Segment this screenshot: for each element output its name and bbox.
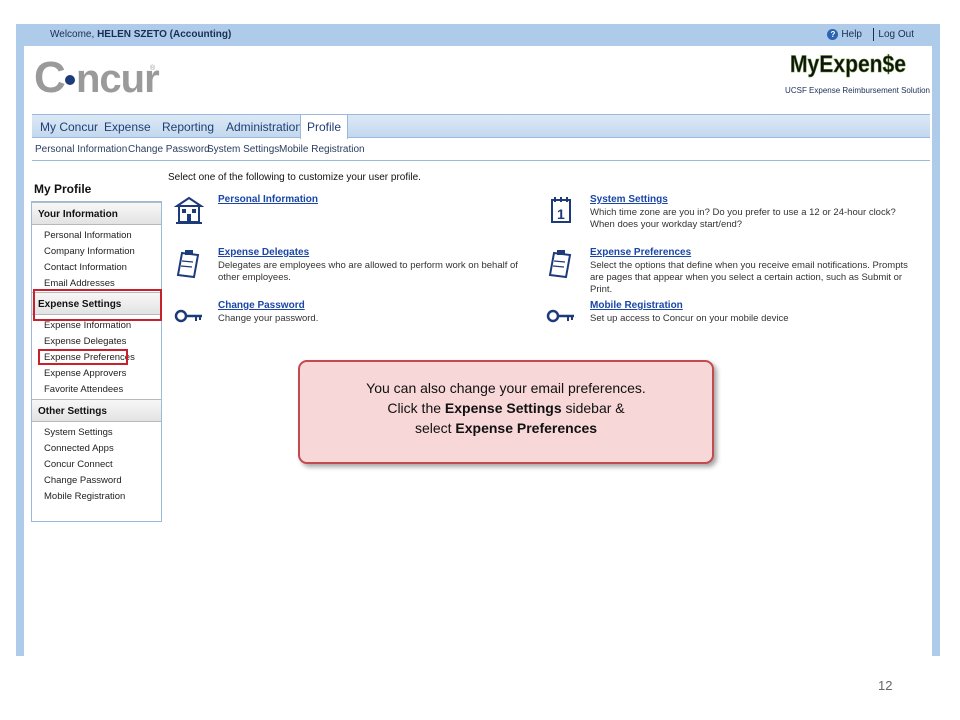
- welcome-text: Welcome, HELEN SZETO (Accounting): [50, 29, 231, 40]
- key-icon: [546, 309, 574, 323]
- tab-my-concur[interactable]: My Concur: [34, 115, 104, 139]
- tab-expense[interactable]: Expense: [98, 115, 157, 139]
- tab-administration[interactable]: Administration: [220, 115, 308, 139]
- top-bar: Welcome, HELEN SZETO (Accounting) ? Help…: [24, 24, 932, 46]
- mobile-registration-desc: Set up access to Concur on your mobile d…: [590, 313, 789, 324]
- svg-text:C: C: [34, 53, 65, 102]
- intro-text: Select one of the following to customize…: [168, 172, 421, 183]
- subnav-system-settings[interactable]: System Settings: [207, 144, 279, 155]
- sidebar-heading-other-settings[interactable]: Other Settings: [32, 399, 161, 422]
- concur-logo: C ncur ®: [34, 53, 160, 102]
- tab-reporting[interactable]: Reporting: [156, 115, 220, 139]
- system-settings-desc: Which time zone are you in? Do you prefe…: [590, 207, 896, 230]
- callout-line-3: select Expense Preferences: [300, 418, 712, 438]
- sidebar-item-contact-information[interactable]: Contact Information: [44, 262, 127, 273]
- sidebar-item-personal-information[interactable]: Personal Information: [44, 230, 132, 241]
- clipboard-icon: [176, 250, 200, 279]
- subnav-mobile-registration[interactable]: Mobile Registration: [279, 144, 365, 155]
- sidebar-item-expense-information[interactable]: Expense Information: [44, 320, 131, 331]
- callout-line-2-bold: Expense Settings: [444, 400, 562, 416]
- sidebar-item-change-password[interactable]: Change Password: [44, 475, 122, 486]
- callout-line-3-bold: Expense Preferences: [455, 420, 598, 436]
- option-expense-delegates: Expense Delegates Delegates are employee…: [174, 247, 518, 283]
- subnav-personal-information[interactable]: Personal Information: [35, 144, 127, 155]
- sidebar-item-system-settings[interactable]: System Settings: [44, 427, 113, 438]
- change-password-link[interactable]: Change Password: [218, 300, 305, 311]
- expense-preferences-link[interactable]: Expense Preferences: [590, 247, 691, 258]
- building-icon: [174, 196, 204, 224]
- sidebar-title: My Profile: [34, 182, 92, 196]
- sidebar-item-expense-delegates[interactable]: Expense Delegates: [44, 336, 126, 347]
- user-name: HELEN SZETO (Accounting): [97, 29, 232, 40]
- expense-delegates-link[interactable]: Expense Delegates: [218, 247, 309, 258]
- sidebar-item-mobile-registration[interactable]: Mobile Registration: [44, 491, 125, 502]
- option-expense-preferences: Expense Preferences Select the options t…: [546, 247, 908, 295]
- app-frame: Welcome, HELEN SZETO (Accounting) ? Help…: [16, 24, 940, 656]
- welcome-prefix: Welcome,: [50, 29, 95, 40]
- callout-line-2: Click the Expense Settings sidebar &: [300, 398, 712, 418]
- logout-link[interactable]: Log Out: [878, 29, 914, 40]
- sidebar-item-connected-apps[interactable]: Connected Apps: [44, 443, 114, 454]
- personal-information-link[interactable]: Personal Information: [218, 194, 318, 205]
- brand-row: C ncur ® MyExpen$e UCSF Expense Reimburs…: [24, 46, 932, 110]
- help-link[interactable]: ? Help: [827, 29, 862, 40]
- callout-line-2-pre: Click the: [387, 400, 442, 416]
- main-nav: My Concur Expense Reporting Administrati…: [32, 114, 930, 139]
- top-separator: [873, 28, 874, 41]
- highlight-expense-settings: [33, 289, 162, 321]
- sidebar-item-concur-connect[interactable]: Concur Connect: [44, 459, 113, 470]
- callout-line-3-pre: select: [414, 420, 452, 436]
- option-change-password: Change Password Change your password.: [174, 300, 514, 330]
- change-password-desc: Change your password.: [218, 313, 319, 324]
- calendar-icon: 1: [551, 197, 571, 223]
- clipboard-icon: [548, 250, 572, 279]
- myexpense-text: MyExpen$e: [790, 51, 906, 78]
- expense-delegates-desc: Delegates are employees who are allowed …: [218, 260, 518, 283]
- mobile-registration-link[interactable]: Mobile Registration: [590, 300, 683, 311]
- option-mobile-registration: Mobile Registration Set up access to Con…: [546, 300, 886, 330]
- system-settings-link[interactable]: System Settings: [590, 194, 668, 205]
- sidebar-heading-your-information[interactable]: Your Information: [32, 202, 161, 225]
- key-icon: [174, 309, 202, 323]
- svg-text:®: ®: [150, 64, 156, 72]
- slide-number: 12: [878, 678, 893, 693]
- help-icon: ?: [827, 29, 839, 40]
- sidebar-item-favorite-attendees[interactable]: Favorite Attendees: [44, 384, 123, 395]
- sidebar-item-expense-approvers[interactable]: Expense Approvers: [44, 368, 126, 379]
- highlight-expense-preferences: [38, 349, 128, 365]
- help-label: Help: [841, 29, 862, 40]
- callout-line-1: You can also change your email preferenc…: [366, 380, 646, 396]
- myexpense-logo: MyExpen$e: [790, 51, 907, 78]
- sidebar-item-company-information[interactable]: Company Information: [44, 246, 135, 257]
- expense-preferences-desc: Select the options that define when you …: [590, 260, 908, 295]
- callout-line-2-post: sidebar &: [565, 400, 625, 416]
- sub-nav: Personal Information Change Password Sys…: [32, 139, 930, 161]
- option-personal-information: Personal Information: [174, 194, 514, 228]
- sidebar-item-email-addresses[interactable]: Email Addresses: [44, 278, 115, 289]
- instruction-callout: You can also change your email preferenc…: [298, 360, 714, 464]
- concur-window: Welcome, HELEN SZETO (Accounting) ? Help…: [24, 24, 932, 656]
- tab-profile[interactable]: Profile: [300, 114, 349, 139]
- svg-text:ncur: ncur: [76, 57, 159, 101]
- solution-text: UCSF Expense Reimbursement Solution: [785, 86, 930, 95]
- option-system-settings: 1 System Settings Which time zone are yo…: [546, 194, 896, 230]
- svg-text:1: 1: [557, 206, 565, 222]
- subnav-change-password[interactable]: Change Password: [128, 144, 210, 155]
